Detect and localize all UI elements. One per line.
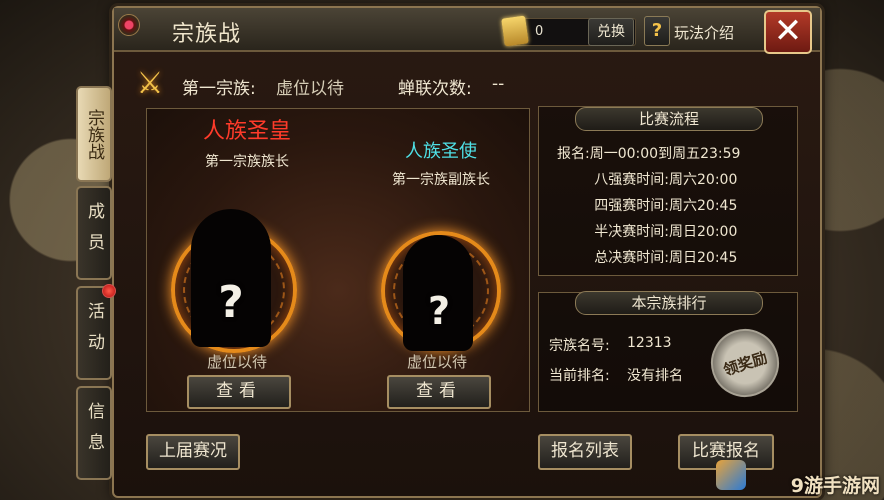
schedule-header: 比赛流程: [575, 107, 763, 131]
clan-rank-header: 本宗族排行: [575, 291, 763, 315]
watermark-text: 9游手游网: [790, 475, 880, 497]
schedule-box: 比赛流程 报名:周一00:00到周五23:59 八强赛时间:周六20:00 四强…: [538, 106, 798, 276]
rank-status: 虚位以待: [406, 353, 467, 371]
rank-subtitle: 第一宗族族长: [205, 154, 289, 170]
clan-name-label: 宗族名号:: [549, 338, 610, 354]
window-title: 宗族战: [172, 22, 242, 47]
schedule-row: 四强赛时间:周六20:45: [594, 198, 738, 214]
first-clan-value: 虚位以待: [276, 79, 344, 99]
tab-label: 成员: [84, 202, 104, 264]
clan-name-value: 12313: [627, 335, 672, 351]
schedule-row: 半决赛时间:周日20:00: [594, 224, 738, 240]
question-mark-icon: ?: [427, 289, 451, 333]
notification-badge: [102, 284, 116, 298]
tab-activities[interactable]: 活动: [76, 284, 116, 380]
tab-clan-war[interactable]: 宗族战: [76, 86, 112, 182]
gem-icon: [118, 14, 140, 36]
view-button[interactable]: 查看: [187, 375, 291, 409]
question-mark-icon: ?: [218, 277, 244, 328]
wins-value: --: [492, 74, 505, 94]
clan-rank-box: 本宗族排行 宗族名号: 12313 当前排名: 没有排名 领奖励: [538, 291, 798, 412]
rank-title: 人族圣使: [405, 141, 477, 162]
close-button[interactable]: ✕: [764, 10, 812, 54]
current-rank-value: 没有排名: [627, 368, 683, 384]
rank-status: 虚位以待: [206, 353, 267, 371]
info-bar: ⚔ 第一宗族: 虚位以待 蝉联次数: --: [130, 64, 804, 104]
signup-list-button[interactable]: 报名列表: [538, 434, 632, 470]
rank-card-leader: 人族圣皇 第一宗族族长: [167, 113, 327, 171]
help-icon[interactable]: ?: [644, 16, 670, 46]
claim-reward-button[interactable]: 领奖励: [702, 320, 788, 406]
crossed-swords-icon: ⚔: [136, 66, 164, 101]
schedule-row: 总决赛时间:周日20:45: [594, 250, 738, 266]
currency-value: 0: [535, 24, 544, 39]
wins-label: 蝉联次数:: [398, 79, 472, 99]
watermark-logo-icon: [716, 460, 746, 490]
title-bar: 宗族战 0 兑换 ? 玩法介绍 ✕: [114, 8, 820, 54]
rank-title: 人族圣皇: [202, 119, 291, 144]
tab-label: 活动: [84, 302, 104, 364]
rank-card-deputy: 人族圣使 第一宗族副族长: [361, 137, 521, 189]
schedule-row: 报名:周一00:00到周五23:59: [557, 146, 741, 162]
rank-panel: 人族圣皇 第一宗族族长 ? 虚位以待 查看 人族圣使 第一宗族副族长 ? 虚位以…: [146, 108, 530, 412]
last-match-button[interactable]: 上届赛况: [146, 434, 240, 470]
tab-info[interactable]: 信息: [76, 386, 112, 480]
tab-members[interactable]: 成员: [76, 186, 112, 280]
schedule-row: 八强赛时间:周六20:00: [594, 172, 738, 188]
first-clan-label: 第一宗族:: [182, 79, 256, 99]
clan-war-window: 宗族战 0 兑换 ? 玩法介绍 ✕ ⚔ 第一宗族: 虚位以待 蝉联次数: -- …: [112, 6, 822, 498]
view-button[interactable]: 查看: [387, 375, 491, 409]
help-label[interactable]: 玩法介绍: [674, 22, 734, 43]
tab-label: 信息: [84, 402, 104, 464]
coin-icon: [501, 15, 529, 47]
tab-label: 宗族战: [84, 108, 104, 160]
current-rank-label: 当前排名:: [549, 368, 610, 384]
exchange-button[interactable]: 兑换: [588, 18, 634, 46]
rank-subtitle: 第一宗族副族长: [392, 172, 490, 188]
